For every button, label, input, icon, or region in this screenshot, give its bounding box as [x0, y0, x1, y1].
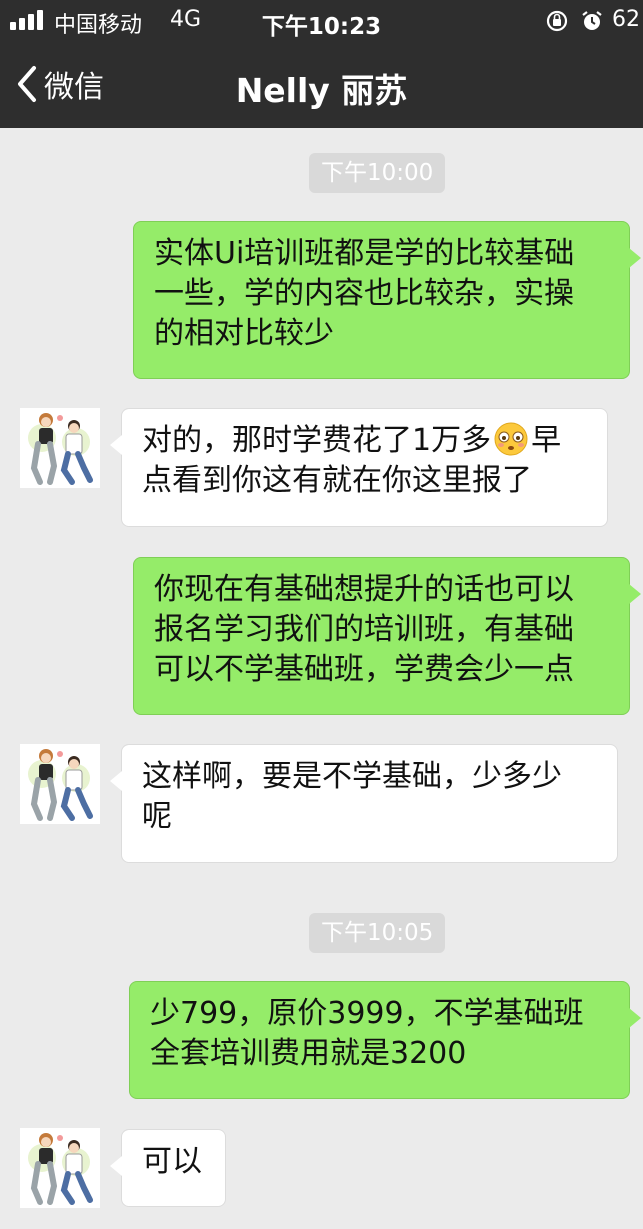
- alarm-icon: [582, 11, 602, 30]
- message-line: 报名学习我们的培训班，有基础: [154, 612, 574, 647]
- message-line: 可以不学基础班，学费会少一点: [154, 652, 574, 687]
- rotation-lock-icon: [546, 10, 568, 32]
- received-message[interactable]: 对的，那时学费花了1万多 早 点看到你这有就在你这里报了: [110, 408, 608, 527]
- chat-title: Nelly 丽苏: [235, 71, 408, 110]
- received-message[interactable]: 可以: [110, 1129, 226, 1207]
- message-line: 少799，原价3999，不学基础班: [150, 996, 584, 1031]
- message-line: 呢: [142, 799, 172, 834]
- message-line: 实体Ui培训班都是学的比较基础: [154, 236, 575, 271]
- message-text: 对的，那时学费花了1万多: [142, 423, 492, 458]
- battery-level: 62: [612, 7, 640, 32]
- flushed-face-emoji: [494, 422, 528, 456]
- received-message[interactable]: 这样啊，要是不学基础，少多少 呢: [110, 744, 618, 863]
- message-line: 你现在有基础想提升的话也可以: [154, 572, 574, 607]
- message-line: 这样啊，要是不学基础，少多少: [142, 759, 562, 794]
- status-bar: 中国移动 4G 下午10:23 62: [0, 0, 643, 44]
- contact-avatar[interactable]: [20, 1128, 100, 1208]
- top-bar: 中国移动 4G 下午10:23 62 微信 Nelly 丽苏: [0, 0, 643, 128]
- timestamp: 下午10:00: [309, 153, 446, 193]
- message-line: 可以: [142, 1144, 202, 1179]
- contact-avatar[interactable]: [20, 408, 100, 488]
- sent-message[interactable]: 实体Ui培训班都是学的比较基础 一些，学的内容也比较杂，实操 的相对比较少: [133, 221, 641, 379]
- message-line: 的相对比较少: [154, 316, 334, 351]
- timestamp: 下午10:05: [309, 913, 446, 953]
- sent-message[interactable]: 少799，原价3999，不学基础班 全套培训费用就是3200: [129, 981, 641, 1099]
- message-line: 全套培训费用就是3200: [150, 1036, 467, 1071]
- message-line: 一些，学的内容也比较杂，实操: [154, 276, 574, 311]
- message-text: 早: [531, 423, 562, 458]
- contact-avatar[interactable]: [20, 744, 100, 824]
- sent-message[interactable]: 你现在有基础想提升的话也可以 报名学习我们的培训班，有基础 可以不学基础班，学费…: [133, 557, 641, 715]
- navigation-bar: 微信 Nelly 丽苏: [0, 44, 643, 128]
- message-line: 点看到你这有就在你这里报了: [142, 463, 532, 498]
